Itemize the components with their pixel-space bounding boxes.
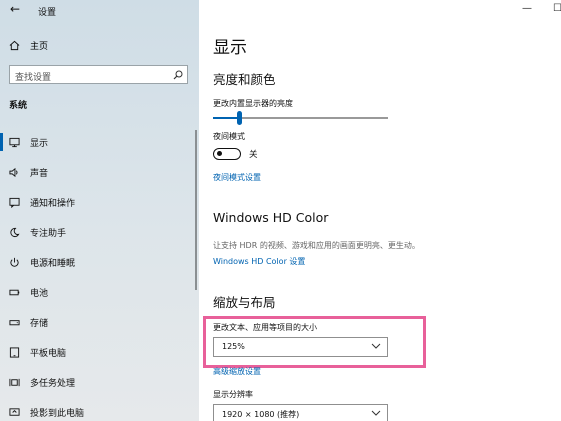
back-arrow-icon[interactable]: ← xyxy=(10,2,20,16)
chevron-down-icon xyxy=(371,410,381,416)
sidebar-item-label: 电源和睡眠 xyxy=(30,258,76,269)
page-title: 显示 xyxy=(213,38,247,58)
slider-thumb[interactable] xyxy=(237,111,242,125)
main-pane: — ☐ 显示 亮度和颜色 更改内置显示器的亮度 夜间模式 关 夜间模式设置 Wi… xyxy=(199,0,561,421)
speaker-icon xyxy=(9,167,20,178)
toggle-knob xyxy=(217,151,222,156)
sidebar-item-label: 投影到此电脑 xyxy=(30,408,85,419)
app-title: 设置 xyxy=(38,8,57,18)
sidebar-item-label: 声音 xyxy=(30,168,49,179)
search-placeholder: 查找设置 xyxy=(15,73,52,83)
battery-icon xyxy=(9,287,20,298)
multitask-icon xyxy=(9,377,20,388)
hdr-settings-link[interactable]: Windows HD Color 设置 xyxy=(213,256,305,267)
storage-icon xyxy=(9,317,20,328)
scale-size-label: 更改文本、应用等项目的大小 xyxy=(213,323,317,332)
sidebar-item-display[interactable]: 显示 xyxy=(0,127,199,157)
resolution-value: 1920 × 1080 (推荐) xyxy=(222,410,300,419)
minimize-icon[interactable]: — xyxy=(522,3,532,14)
sidebar-item-notifications[interactable]: 通知和操作 xyxy=(0,187,199,217)
sidebar-scrollbar[interactable] xyxy=(195,130,197,290)
sidebar-item-multitasking[interactable]: 多任务处理 xyxy=(0,367,199,397)
sidebar-item-label: 电池 xyxy=(30,288,49,299)
slider-fill xyxy=(213,117,239,119)
sidebar-item-label: 平板电脑 xyxy=(30,348,67,359)
tablet-icon xyxy=(9,346,20,358)
sidebar-item-storage[interactable]: 存储 xyxy=(0,307,199,337)
brightness-slider[interactable] xyxy=(213,111,388,125)
scale-heading: 缩放与布局 xyxy=(213,295,276,310)
maximize-icon[interactable]: ☐ xyxy=(553,3,561,14)
scale-value: 125% xyxy=(222,342,245,351)
hdr-heading: Windows HD Color xyxy=(213,210,329,225)
night-light-label: 夜间模式 xyxy=(213,132,245,141)
brightness-slider-label: 更改内置显示器的亮度 xyxy=(213,99,293,108)
sidebar-item-label: 专注助手 xyxy=(30,228,67,239)
sidebar: ← 设置 主页 查找设置 系统 显示 声音 通知和操作 专注助手 电源和睡眠 电… xyxy=(0,0,199,421)
sidebar-item-label: 多任务处理 xyxy=(30,378,76,389)
home-label: 主页 xyxy=(30,41,49,52)
resolution-label: 显示分辨率 xyxy=(213,390,253,399)
sidebar-item-project[interactable]: 投影到此电脑 xyxy=(0,397,199,421)
power-icon xyxy=(9,257,20,268)
sidebar-item-sound[interactable]: 声音 xyxy=(0,157,199,187)
moon-icon xyxy=(9,227,20,238)
sidebar-item-power-sleep[interactable]: 电源和睡眠 xyxy=(0,247,199,277)
home-link[interactable]: 主页 xyxy=(9,36,48,54)
sidebar-item-battery[interactable]: 电池 xyxy=(0,277,199,307)
brightness-heading: 亮度和颜色 xyxy=(213,72,276,87)
section-title: 系统 xyxy=(9,101,28,111)
night-light-toggle[interactable] xyxy=(213,148,241,160)
night-light-settings-link[interactable]: 夜间模式设置 xyxy=(213,172,261,183)
sidebar-item-label: 显示 xyxy=(30,138,49,149)
advanced-scaling-link[interactable]: 高级缩放设置 xyxy=(213,366,261,377)
sidebar-item-tablet[interactable]: 平板电脑 xyxy=(0,337,199,367)
sidebar-nav: 显示 声音 通知和操作 专注助手 电源和睡眠 电池 存储 平板电脑 多任务处理 … xyxy=(0,127,199,421)
scale-dropdown[interactable]: 125% xyxy=(213,337,388,357)
notification-icon xyxy=(9,197,20,208)
display-icon xyxy=(9,137,20,148)
night-light-state: 关 xyxy=(249,150,258,160)
project-icon xyxy=(9,407,20,418)
sidebar-item-label: 存储 xyxy=(30,318,49,329)
title-bar: ← 设置 xyxy=(0,0,199,22)
sidebar-item-label: 通知和操作 xyxy=(30,198,76,209)
chevron-down-icon xyxy=(371,343,381,349)
sidebar-item-focus-assist[interactable]: 专注助手 xyxy=(0,217,199,247)
hdr-description: 让支持 HDR 的视频、游戏和应用的画面更明亮、更生动。 xyxy=(213,241,420,250)
home-icon xyxy=(9,40,20,50)
search-input[interactable]: 查找设置 xyxy=(9,65,188,84)
resolution-dropdown[interactable]: 1920 × 1080 (推荐) xyxy=(213,404,388,421)
search-icon[interactable] xyxy=(173,70,183,80)
